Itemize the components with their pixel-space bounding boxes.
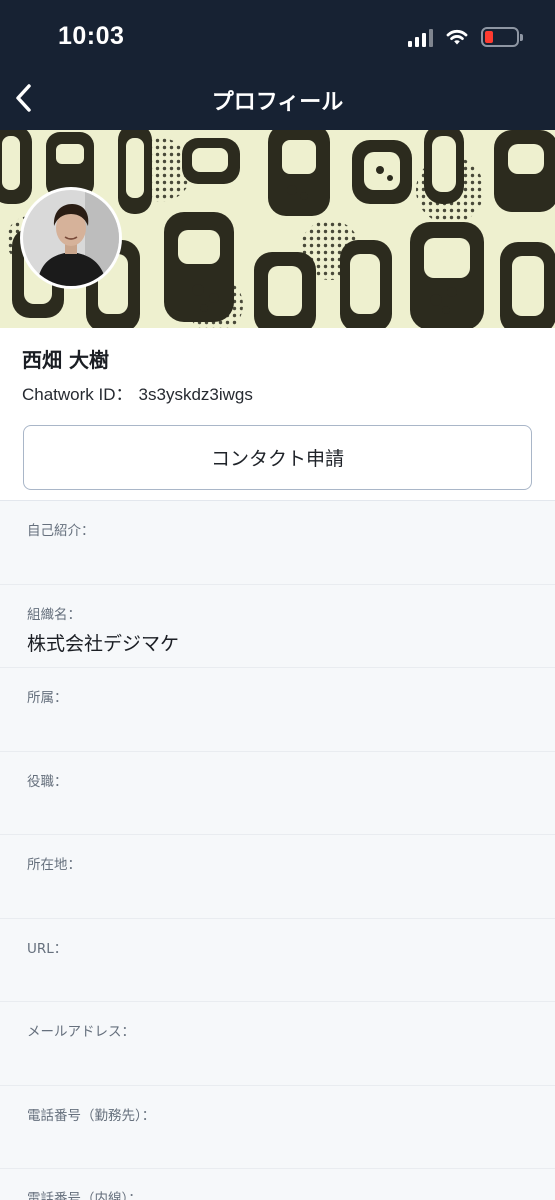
profile-fields: 自己紹介： 組織名： 株式会社デジマケ 所属： 役職： 所在地： URL： メー… <box>0 500 555 1200</box>
field-phone-extension: 電話番号（内線）： <box>0 1169 555 1200</box>
field-label: 所在地： <box>27 857 81 873</box>
field-department: 所属： <box>0 668 555 752</box>
field-location: 所在地： <box>0 835 555 919</box>
profile-avatar[interactable] <box>20 187 122 289</box>
field-email: メールアドレス： <box>0 1002 555 1086</box>
field-phone-work: 電話番号（勤務先）： <box>0 1086 555 1169</box>
chatwork-id-value: 3s3yskdz3iwgs <box>138 385 253 404</box>
field-label: 自己紹介： <box>27 523 95 539</box>
profile-name: 西畑 大樹 <box>22 348 109 372</box>
chatwork-id-label: Chatwork ID： <box>22 385 133 404</box>
field-position: 役職： <box>0 752 555 835</box>
field-label: 電話番号（勤務先）： <box>27 1107 156 1124</box>
status-time: 10:03 <box>58 22 125 50</box>
field-label: 所属： <box>27 690 68 706</box>
field-label: URL： <box>27 940 68 957</box>
chatwork-id: Chatwork ID： 3s3yskdz3iwgs <box>22 380 253 405</box>
avatar-photo <box>23 190 119 286</box>
status-icons <box>408 24 523 50</box>
field-label: 組織名： <box>27 606 81 623</box>
battery-icon <box>481 27 523 47</box>
field-label: 役職： <box>27 773 68 790</box>
profile-card: 西畑 大樹 Chatwork ID： 3s3yskdz3iwgs コンタクト申請 <box>0 328 555 500</box>
cellular-signal-icon <box>408 27 433 47</box>
wifi-icon <box>446 29 468 45</box>
field-organization: 組織名： 株式会社デジマケ <box>0 585 555 668</box>
field-label: 電話番号（内線）： <box>27 1191 142 1200</box>
field-value: 株式会社デジマケ <box>27 632 180 655</box>
contact-request-button[interactable]: コンタクト申請 <box>23 425 532 490</box>
field-self-introduction: 自己紹介： <box>0 501 555 585</box>
page-title: プロフィール <box>211 90 344 115</box>
app-header: 10:03 プロフィール <box>0 0 555 130</box>
field-label: メールアドレス： <box>27 1024 135 1040</box>
field-url: URL： <box>0 919 555 1002</box>
